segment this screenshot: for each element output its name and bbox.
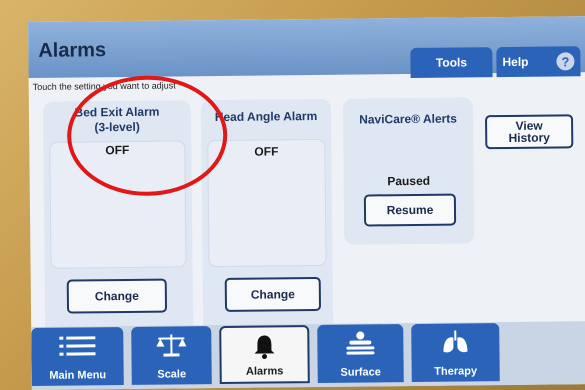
bell-icon xyxy=(221,333,307,360)
bed-exit-change-button[interactable]: Change xyxy=(66,278,168,314)
nav-surface[interactable]: Surface xyxy=(317,324,404,383)
nav-therapy[interactable]: Therapy xyxy=(411,323,500,383)
scale-icon xyxy=(131,332,211,359)
view-history-line2: History xyxy=(508,130,550,145)
tab-help-label: Help xyxy=(502,54,529,70)
nav-main-menu[interactable]: Main Menu xyxy=(31,327,124,386)
nav-scale-label: Scale xyxy=(157,368,187,381)
view-history-button[interactable]: View History xyxy=(485,114,574,150)
tab-tools[interactable]: Tools xyxy=(410,47,493,78)
surface-icon xyxy=(317,330,403,357)
nav-scale[interactable]: Scale xyxy=(131,326,212,385)
head-angle-change-button[interactable]: Change xyxy=(224,276,322,312)
nav-alarms-label: Alarms xyxy=(245,365,284,378)
nav-surface-label: Surface xyxy=(340,366,381,379)
menu-list-icon xyxy=(31,333,123,360)
touchscreen: Alarms Tools Help ? Touch the setting yo… xyxy=(28,16,585,390)
lungs-icon xyxy=(411,329,499,356)
nav-main-menu-label: Main Menu xyxy=(49,369,107,382)
navicare-resume-button[interactable]: Resume xyxy=(363,193,457,227)
navicare-title: NaviCare® Alerts xyxy=(359,111,457,127)
nav-therapy-label: Therapy xyxy=(434,365,478,378)
tab-help[interactable]: Help ? xyxy=(496,46,581,78)
help-question-icon: ? xyxy=(556,52,575,71)
nav-alarms[interactable]: Alarms xyxy=(219,325,310,385)
page-title: Alarms xyxy=(38,39,107,62)
navicare-status: Paused xyxy=(387,173,431,189)
